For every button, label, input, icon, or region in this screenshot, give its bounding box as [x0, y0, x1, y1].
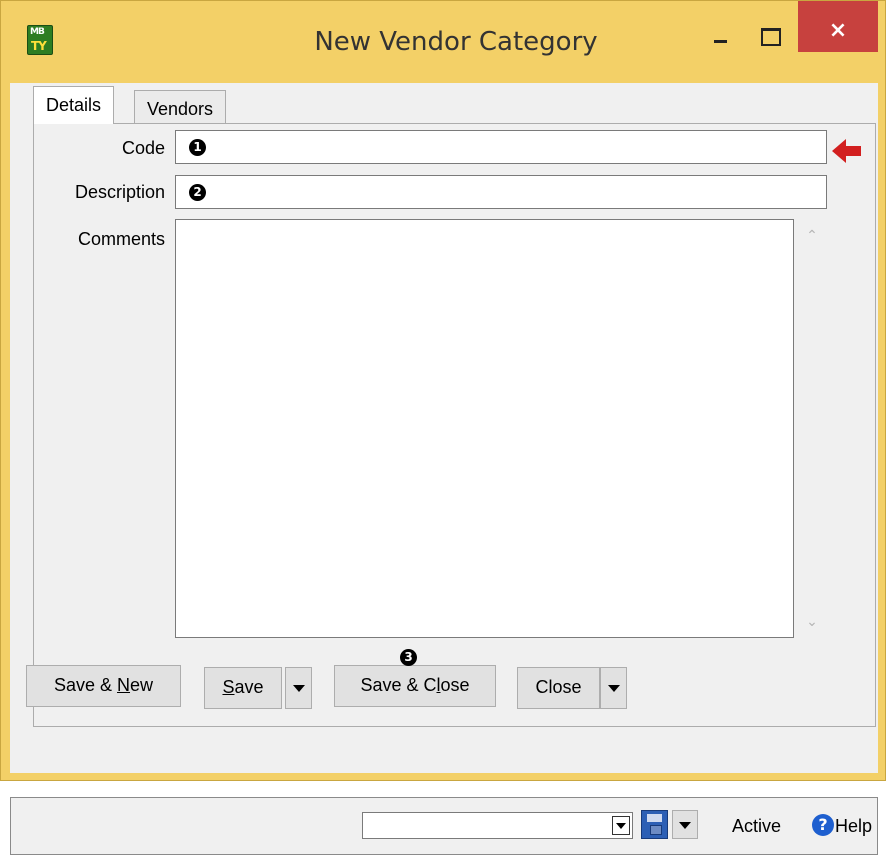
save-new-suffix: ew: [130, 675, 154, 695]
save-suffix: ave: [234, 677, 264, 697]
close-button[interactable]: Close: [517, 667, 600, 709]
save-new-prefix: Save &: [53, 675, 118, 695]
scroll-up-icon[interactable]: ⌃: [804, 227, 820, 243]
save-accel: S: [222, 677, 235, 697]
chevron-down-icon[interactable]: [612, 816, 630, 835]
description-marker-badge: 2: [189, 184, 206, 201]
save-options-dropdown[interactable]: [285, 667, 312, 709]
save-close-prefix: Save & C: [360, 675, 437, 695]
help-icon[interactable]: ?: [812, 814, 834, 836]
save-and-new-button[interactable]: Save & New: [26, 665, 181, 707]
close-window-button[interactable]: ×: [798, 1, 878, 52]
minimize-button[interactable]: [708, 22, 752, 52]
required-arrow-icon: [832, 139, 861, 163]
vendor-category-window: MB TY New Vendor Category × Details Vend…: [0, 0, 886, 855]
close-options-dropdown[interactable]: [600, 667, 627, 709]
comments-label: Comments: [77, 229, 165, 249]
save-close-marker-badge: 3: [400, 649, 417, 666]
status-dropdown-button[interactable]: [672, 810, 698, 839]
save-and-close-button[interactable]: Save & Close: [334, 665, 496, 707]
client-area: Details Vendors Code 1 Description 2 Com…: [10, 83, 878, 855]
code-label: Code: [121, 138, 165, 158]
title-bar[interactable]: MB TY New Vendor Category ×: [1, 1, 885, 83]
help-link[interactable]: Help: [835, 816, 872, 837]
status-bar: Active ? Help: [10, 797, 878, 855]
status-combo-box[interactable]: [362, 812, 633, 839]
tab-details[interactable]: Details: [33, 86, 115, 124]
active-status-label: Active: [732, 816, 782, 836]
floppy-save-icon[interactable]: [641, 810, 668, 839]
comments-textarea[interactable]: [175, 219, 794, 638]
description-label: Description: [74, 182, 165, 202]
tab-vendors[interactable]: Vendors: [134, 90, 227, 124]
description-field[interactable]: [175, 175, 827, 209]
code-field[interactable]: [175, 130, 827, 164]
scroll-down-icon[interactable]: ⌄: [804, 613, 820, 629]
maximize-button[interactable]: [750, 22, 794, 52]
save-new-accel: N: [117, 675, 131, 695]
save-close-suffix: ose: [440, 675, 470, 695]
code-marker-badge: 1: [189, 139, 206, 156]
save-button[interactable]: Save: [204, 667, 282, 709]
